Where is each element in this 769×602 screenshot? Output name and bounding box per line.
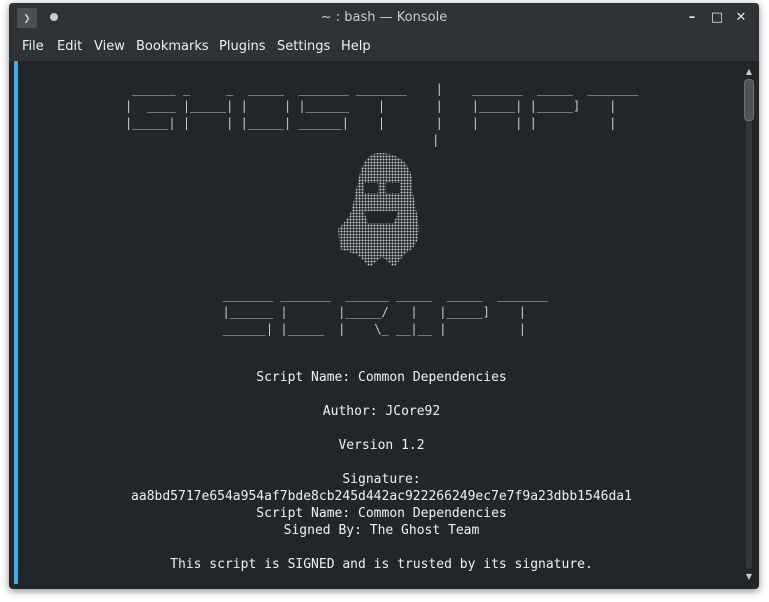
trust-status-line: This script is SIGNED and is trusted by …	[170, 557, 593, 572]
vertical-scrollbar[interactable]: ▲ ▼	[743, 67, 755, 585]
script-banner-line: ______| |_____ | \_ __|__ | |	[215, 322, 548, 336]
signed-by-line: Signed By: The Ghost Team	[283, 523, 480, 538]
konsole-window: ❯ ~ : bash — Konsole – □ ✕ File Edit Vie…	[9, 3, 759, 589]
script-banner-line: _______ _______ ______ _____ _____ _____…	[215, 288, 548, 302]
terminal-view[interactable]: ______ _ _ _____ _______ _______ | _____…	[14, 61, 745, 584]
scroll-down-arrow-icon[interactable]: ▼	[743, 571, 755, 583]
scroll-track[interactable]	[746, 79, 752, 569]
menu-file[interactable]: File	[22, 33, 44, 61]
version-line: Version 1.2	[338, 438, 425, 453]
window-title: ~ : bash — Konsole	[320, 10, 448, 25]
title-bar[interactable]: ❯ ~ : bash — Konsole – □ ✕	[9, 3, 759, 33]
menu-bar: File Edit View Bookmarks Plugins Setting…	[9, 33, 759, 61]
ghost-banner-line: ______ _ _ _____ _______ _______ | _____…	[125, 82, 638, 96]
script-name-line-2: Script Name: Common Dependencies	[256, 506, 507, 521]
signature-hash: aa8bd5717e654a954af7bde8cb245d442ac92226…	[131, 489, 632, 504]
minimize-button[interactable]: –	[682, 8, 702, 28]
scroll-up-arrow-icon[interactable]: ▲	[743, 67, 755, 77]
menu-help[interactable]: Help	[341, 33, 371, 61]
close-button[interactable]: ✕	[731, 8, 751, 28]
menu-plugins[interactable]: Plugins	[219, 33, 266, 61]
script-banner-line: |______ | |_____/ | |_____] |	[215, 305, 548, 319]
scroll-thumb[interactable]	[744, 79, 754, 121]
author-line: Author: JCore92	[322, 404, 441, 419]
maximize-button[interactable]: □	[707, 8, 727, 28]
ghost-ascii-art-icon	[338, 153, 420, 267]
script-name-line: Script Name: Common Dependencies	[256, 370, 507, 385]
menu-bookmarks[interactable]: Bookmarks	[136, 33, 209, 61]
ghost-banner-line: |_____| | | |_____| ______| | | | | | |	[125, 116, 638, 130]
ghost-banner-line: | ____ |_____| | | |______ | | |_____| |…	[125, 99, 638, 113]
signature-label: Signature:	[342, 472, 421, 487]
menu-settings[interactable]: Settings	[277, 33, 330, 61]
ghost-banner-line: |	[121, 133, 642, 147]
menu-view[interactable]: View	[94, 33, 125, 61]
menu-edit[interactable]: Edit	[57, 33, 82, 61]
